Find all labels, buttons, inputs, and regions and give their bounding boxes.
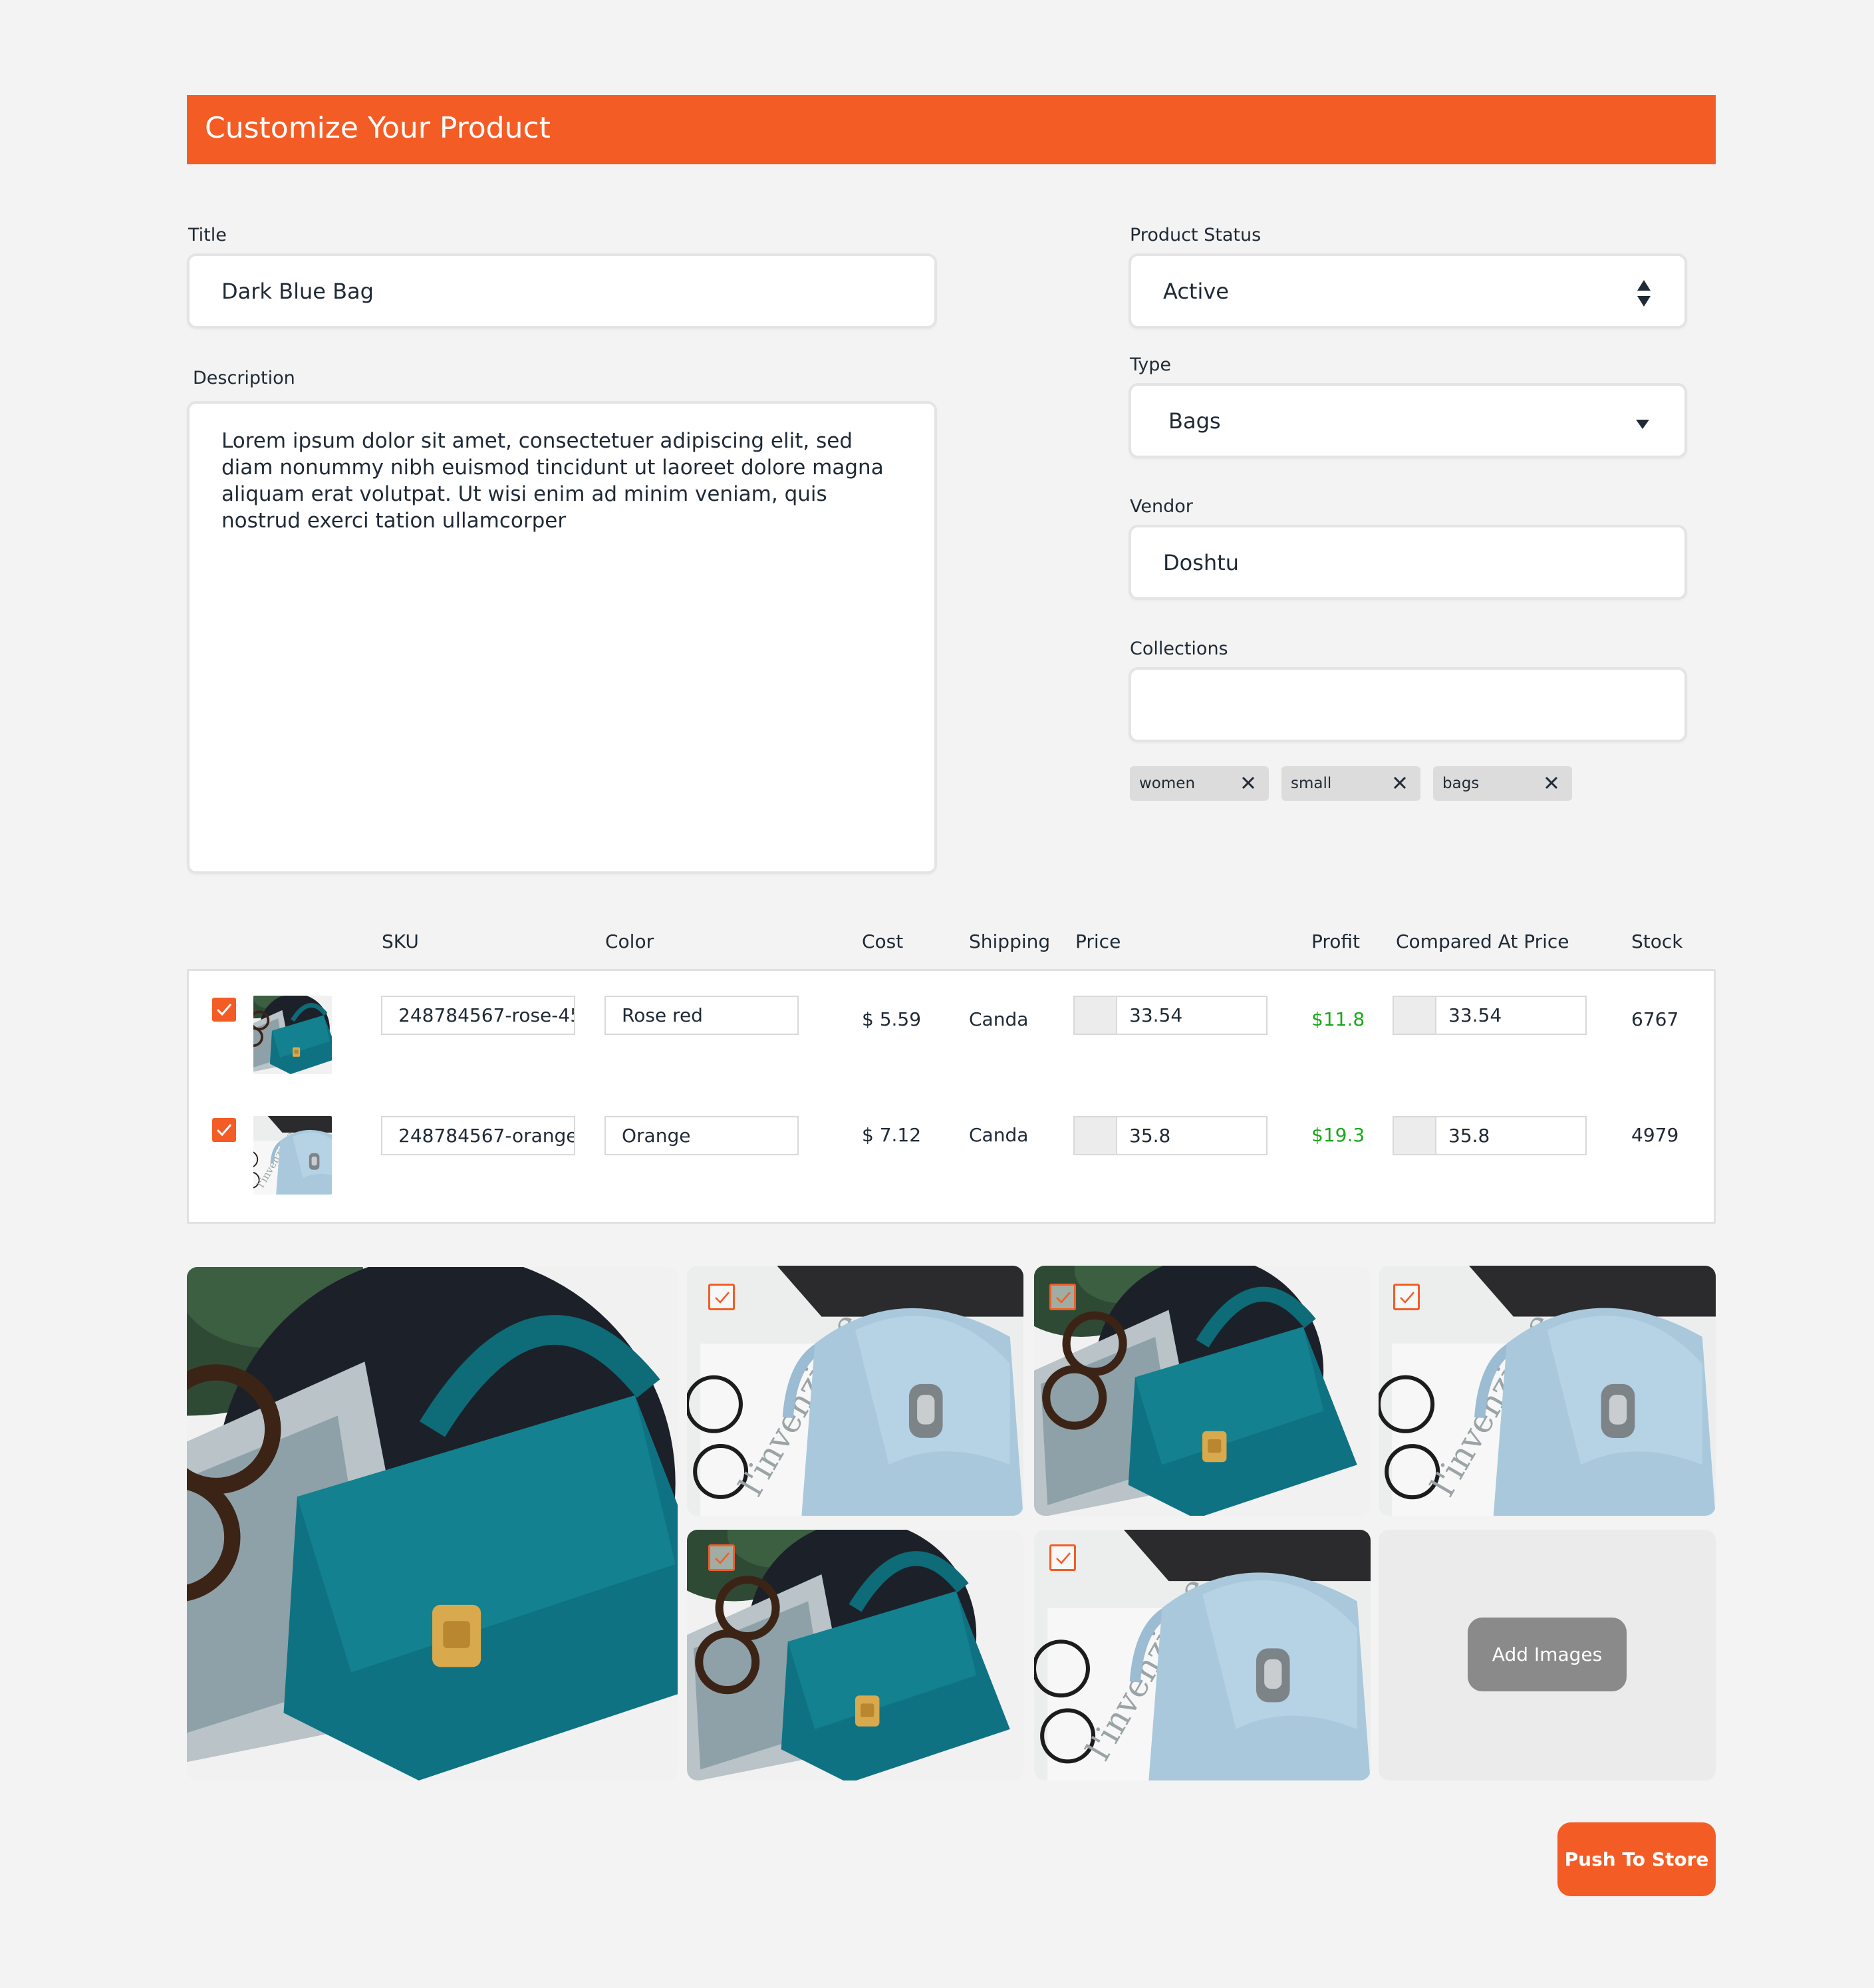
gallery-image[interactable] bbox=[687, 1530, 1023, 1780]
close-icon[interactable] bbox=[1393, 776, 1407, 790]
stock-value: 4979 bbox=[1631, 1124, 1679, 1146]
header-shipping: Shipping bbox=[969, 930, 1051, 952]
sort-arrows-icon bbox=[1637, 280, 1651, 307]
close-icon[interactable] bbox=[1544, 776, 1559, 790]
cost-value: $ 5.59 bbox=[862, 1008, 922, 1030]
color-input[interactable]: Rose red bbox=[604, 996, 799, 1035]
image-checkbox[interactable] bbox=[1049, 1284, 1076, 1310]
color-input[interactable]: Orange bbox=[604, 1116, 799, 1155]
tag-small: small bbox=[1281, 766, 1420, 801]
tag-label: women bbox=[1139, 775, 1196, 792]
description-textarea[interactable]: Lorem ipsum dolor sit amet, consectetuer… bbox=[187, 401, 937, 874]
shipping-value: Canda bbox=[969, 1124, 1029, 1146]
row-checkbox[interactable] bbox=[212, 1118, 236, 1142]
title-label: Title bbox=[188, 225, 227, 245]
main-product-image[interactable] bbox=[187, 1267, 678, 1780]
check-icon bbox=[1056, 1552, 1071, 1564]
check-icon bbox=[715, 1552, 730, 1564]
check-icon bbox=[715, 1292, 730, 1304]
vendor-input[interactable]: Doshtu bbox=[1129, 525, 1687, 600]
chevron-down-icon bbox=[1636, 420, 1649, 429]
tag-women: women bbox=[1130, 766, 1269, 801]
check-icon bbox=[216, 1124, 232, 1137]
tag-bags: bags bbox=[1433, 766, 1572, 801]
variant-thumbnail bbox=[253, 996, 332, 1074]
vendor-label: Vendor bbox=[1130, 496, 1193, 517]
row-checkbox[interactable] bbox=[212, 998, 236, 1022]
gallery-image[interactable] bbox=[1379, 1266, 1716, 1516]
check-icon bbox=[216, 1004, 232, 1016]
compared-price-input[interactable]: 33.54 bbox=[1393, 996, 1587, 1035]
status-value: Active bbox=[1163, 278, 1229, 304]
gallery-image[interactable] bbox=[1034, 1266, 1371, 1516]
compared-price-value: 33.54 bbox=[1448, 1004, 1502, 1026]
add-images-button[interactable]: Add Images bbox=[1468, 1618, 1627, 1691]
image-checkbox[interactable] bbox=[708, 1544, 735, 1571]
price-input[interactable]: 33.54 bbox=[1073, 996, 1268, 1035]
page-title: Customize Your Product bbox=[205, 111, 551, 145]
image-checkbox[interactable] bbox=[1049, 1544, 1076, 1571]
status-label: Product Status bbox=[1130, 225, 1262, 245]
image-checkbox[interactable] bbox=[708, 1284, 735, 1310]
check-icon bbox=[1056, 1292, 1071, 1304]
title-input[interactable]: Dark Blue Bag bbox=[187, 253, 937, 329]
stock-value: 6767 bbox=[1631, 1008, 1679, 1030]
price-input[interactable]: 35.8 bbox=[1073, 1116, 1268, 1155]
profit-value: $19.3 bbox=[1311, 1124, 1365, 1146]
image-checkbox[interactable] bbox=[1393, 1284, 1420, 1310]
type-value: Bags bbox=[1168, 408, 1221, 434]
header-color: Color bbox=[605, 930, 654, 952]
check-icon bbox=[1400, 1292, 1414, 1304]
price-value: 33.54 bbox=[1129, 1004, 1183, 1026]
profit-value: $11.8 bbox=[1311, 1008, 1365, 1030]
tag-label: bags bbox=[1442, 775, 1480, 792]
tag-label: small bbox=[1291, 775, 1332, 792]
compared-price-input[interactable]: 35.8 bbox=[1393, 1116, 1587, 1155]
status-select[interactable]: Active bbox=[1129, 253, 1687, 329]
shipping-value: Canda bbox=[969, 1008, 1029, 1030]
variant-thumbnail bbox=[253, 1116, 332, 1195]
header-profit: Profit bbox=[1311, 930, 1361, 952]
header-price: Price bbox=[1075, 930, 1121, 952]
header-sku: SKU bbox=[382, 930, 419, 952]
header-cost: Cost bbox=[862, 930, 904, 952]
collections-input[interactable] bbox=[1129, 667, 1687, 742]
gallery-image[interactable] bbox=[1034, 1530, 1371, 1780]
header-compared-price: Compared At Price bbox=[1396, 930, 1569, 952]
type-label: Type bbox=[1130, 355, 1172, 375]
push-to-store-button[interactable]: Push To Store bbox=[1557, 1822, 1716, 1896]
cost-value: $ 7.12 bbox=[862, 1124, 922, 1146]
sku-input[interactable]: 248784567-rose-45 bbox=[381, 996, 575, 1035]
collections-label: Collections bbox=[1130, 639, 1228, 659]
sku-input[interactable]: 248784567-orange- bbox=[381, 1116, 575, 1155]
type-select[interactable]: Bags bbox=[1129, 383, 1687, 458]
compared-price-value: 35.8 bbox=[1448, 1125, 1490, 1147]
header-stock: Stock bbox=[1631, 930, 1683, 952]
close-icon[interactable] bbox=[1241, 776, 1256, 790]
price-value: 35.8 bbox=[1129, 1125, 1171, 1147]
gallery-image[interactable] bbox=[687, 1266, 1023, 1516]
description-label: Description bbox=[193, 368, 295, 388]
